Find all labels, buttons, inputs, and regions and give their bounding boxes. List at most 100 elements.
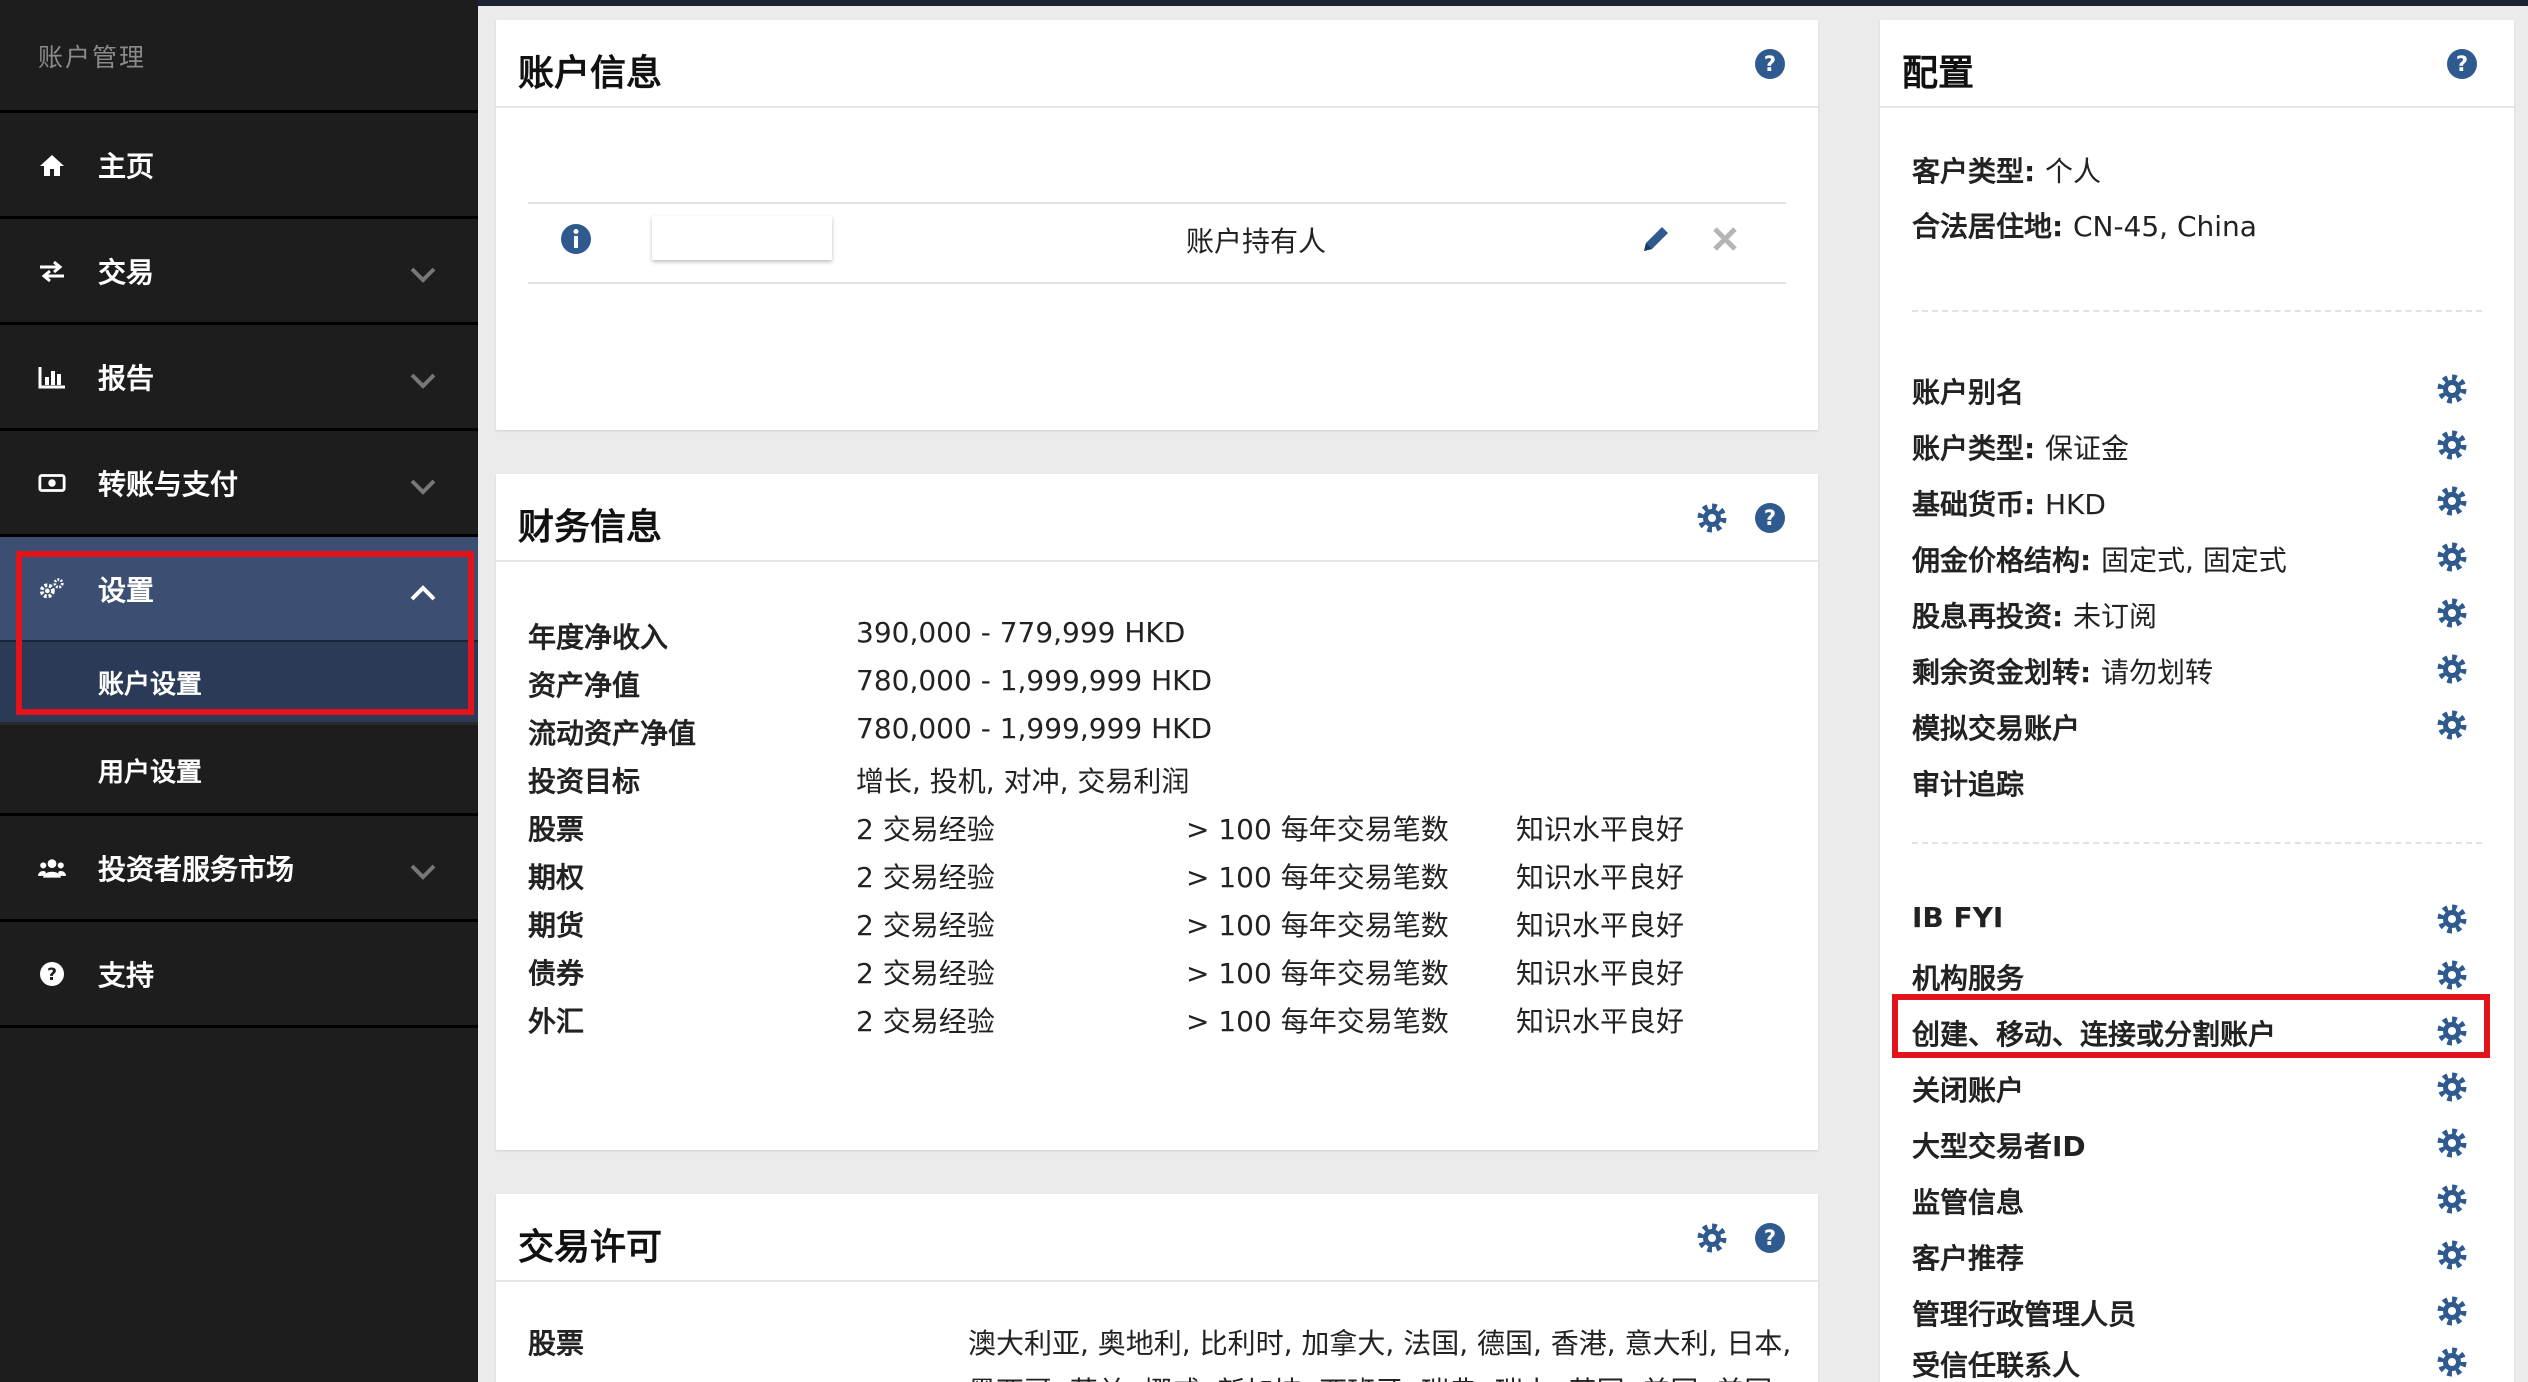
- gear-icon[interactable]: [2436, 485, 2468, 521]
- sidebar-item-reports[interactable]: 报告: [0, 325, 478, 428]
- help-icon[interactable]: ?: [1754, 502, 1786, 538]
- config-label: 股息再投资:: [1912, 600, 2064, 633]
- gear-icon[interactable]: [2436, 597, 2468, 633]
- config-account-alias[interactable]: 账户别名: [1912, 371, 2472, 411]
- config-excess-funds[interactable]: 剩余资金划转: 请勿划转: [1912, 651, 2472, 691]
- config-audit-trail[interactable]: 审计追踪: [1912, 763, 2472, 803]
- sidebar-item-investor-marketplace[interactable]: 投资者服务市场: [0, 816, 478, 919]
- money-icon: [38, 472, 66, 494]
- sidebar-subitem-user-settings[interactable]: 用户设置: [0, 730, 478, 810]
- sidebar-item-home[interactable]: 主页: [0, 113, 478, 216]
- config-label: 客户类型:: [1912, 155, 2036, 188]
- help-icon[interactable]: ?: [1754, 48, 1786, 84]
- sidebar-item-label: 支持: [98, 958, 155, 992]
- permission-value: 澳大利亚, 奥地利, 比利时, 加拿大, 法国, 德国, 香港, 意大利, 日本…: [968, 1327, 1792, 1360]
- users-icon: [38, 855, 66, 881]
- holder-name-redacted: [652, 216, 832, 260]
- config-label: IB FYI: [1912, 901, 2004, 934]
- trading-permissions-panel: 交易许可 ? 股票 澳大利亚, 奥地利, 比利时, 加拿大, 法国, 德国, 香…: [496, 1194, 1818, 1382]
- config-value: 未订阅: [2072, 600, 2157, 633]
- help-icon[interactable]: ?: [2446, 48, 2478, 84]
- sidebar: 账户管理 主页 交易 报告 转账与支付 设置 账户设置 用户设置 投资者服务市场…: [0, 0, 478, 1382]
- config-label: 剩余资金划转:: [1912, 656, 2092, 689]
- config-label: 账户别名: [1912, 376, 2025, 409]
- gear-icon[interactable]: [2436, 653, 2468, 689]
- experience-knowledge: 知识水平良好: [1516, 813, 1685, 846]
- gear-icon[interactable]: [2436, 1239, 2468, 1275]
- financial-value: 390,000 - 779,999 HKD: [856, 616, 1186, 649]
- config-commission[interactable]: 佣金价格结构: 固定式, 固定式: [1912, 539, 2472, 579]
- config-regulatory-info[interactable]: 监管信息: [1912, 1181, 2472, 1221]
- config-label: 基础货币:: [1912, 488, 2036, 521]
- panel-header: 财务信息 ?: [496, 474, 1818, 562]
- config-label: 客户推荐: [1912, 1242, 2025, 1275]
- config-close-account[interactable]: 关闭账户: [1912, 1069, 2472, 1109]
- info-icon[interactable]: [560, 223, 592, 259]
- financial-label: 投资目标: [528, 765, 641, 798]
- sidebar-item-transfers[interactable]: 转账与支付: [0, 431, 478, 534]
- sidebar-item-trade[interactable]: 交易: [0, 219, 478, 322]
- experience-trades: > 100 每年交易笔数: [1186, 861, 1449, 894]
- gear-icon[interactable]: [2436, 903, 2468, 939]
- gear-icon[interactable]: [2436, 959, 2468, 995]
- config-institutional-services[interactable]: 机构服务: [1912, 957, 2472, 997]
- permission-label: 股票: [528, 1327, 585, 1360]
- config-value: 固定式, 固定式: [2100, 544, 2287, 577]
- sidebar-item-support[interactable]: ? 支持: [0, 922, 478, 1025]
- experience-years: 2 交易经验: [856, 909, 995, 942]
- gear-icon[interactable]: [2436, 541, 2468, 577]
- gear-icon[interactable]: [2436, 1071, 2468, 1107]
- gear-icon[interactable]: [2436, 1346, 2468, 1382]
- highlight-box: [16, 551, 474, 715]
- svg-text:?: ?: [1764, 52, 1776, 76]
- gear-icon[interactable]: [2436, 429, 2468, 465]
- svg-text:?: ?: [47, 965, 57, 985]
- config-label: 关闭账户: [1912, 1074, 2025, 1107]
- gear-icon[interactable]: [2436, 1295, 2468, 1331]
- experience-label: 债券: [528, 957, 585, 990]
- panel-title: 配置: [1902, 53, 1975, 94]
- experience-label: 期货: [528, 909, 585, 942]
- config-value: HKD: [2044, 488, 2106, 521]
- panel-title: 财务信息: [518, 507, 663, 548]
- experience-years: 2 交易经验: [856, 957, 995, 990]
- experience-label: 期权: [528, 861, 585, 894]
- config-ib-fyi[interactable]: IB FYI: [1912, 901, 2472, 941]
- config-large-trader-id[interactable]: 大型交易者ID: [1912, 1125, 2472, 1165]
- help-icon[interactable]: ?: [1754, 1222, 1786, 1258]
- experience-knowledge: 知识水平良好: [1516, 909, 1685, 942]
- experience-years: 2 交易经验: [856, 813, 995, 846]
- sidebar-divider: [0, 1025, 478, 1028]
- gear-icon[interactable]: [2436, 1183, 2468, 1219]
- account-info-panel: 账户信息 ? 账户持有人: [496, 20, 1818, 430]
- config-label: 合法居住地:: [1912, 210, 2064, 243]
- config-client-referral[interactable]: 客户推荐: [1912, 1237, 2472, 1277]
- experience-trades: > 100 每年交易笔数: [1186, 1005, 1449, 1038]
- sidebar-item-label: 交易: [98, 255, 155, 289]
- gear-icon[interactable]: [2436, 1127, 2468, 1163]
- config-account-type[interactable]: 账户类型: 保证金: [1912, 427, 2472, 467]
- close-icon[interactable]: [1712, 226, 1738, 256]
- svg-text:?: ?: [1764, 506, 1776, 530]
- config-client-type: 客户类型: 个人: [1912, 150, 2472, 190]
- config-dividend[interactable]: 股息再投资: 未订阅: [1912, 595, 2472, 635]
- svg-text:?: ?: [1764, 1226, 1776, 1250]
- config-manage-administrators[interactable]: 管理行政管理人员: [1912, 1293, 2472, 1333]
- gear-icon[interactable]: [2436, 373, 2468, 409]
- experience-years: 2 交易经验: [856, 1005, 995, 1038]
- gear-icon[interactable]: [1696, 502, 1728, 538]
- financial-value: 增长, 投机, 对冲, 交易利润: [856, 765, 1190, 798]
- config-trusted-contact[interactable]: 受信任联系人: [1912, 1344, 2472, 1382]
- financial-info-panel: 财务信息 ? 年度净收入 390,000 - 779,999 HKD 资产净值 …: [496, 474, 1818, 1150]
- highlight-box: [1892, 994, 2490, 1058]
- config-paper-account[interactable]: 模拟交易账户: [1912, 707, 2472, 747]
- gear-icon[interactable]: [2436, 709, 2468, 745]
- permission-value: 墨西哥, 荷兰, 挪威, 新加坡, 西班牙, 瑞典, 瑞士, 英国, 美国, 美…: [968, 1370, 1772, 1382]
- sidebar-item-label: 报告: [98, 361, 155, 395]
- config-residence: 合法居住地: CN-45, China: [1912, 205, 2472, 245]
- config-base-currency[interactable]: 基础货币: HKD: [1912, 483, 2472, 523]
- edit-pencil-icon[interactable]: [1640, 223, 1672, 259]
- config-label: 模拟交易账户: [1912, 712, 2081, 745]
- gear-icon[interactable]: [1696, 1222, 1728, 1258]
- sidebar-item-label: 主页: [98, 149, 155, 183]
